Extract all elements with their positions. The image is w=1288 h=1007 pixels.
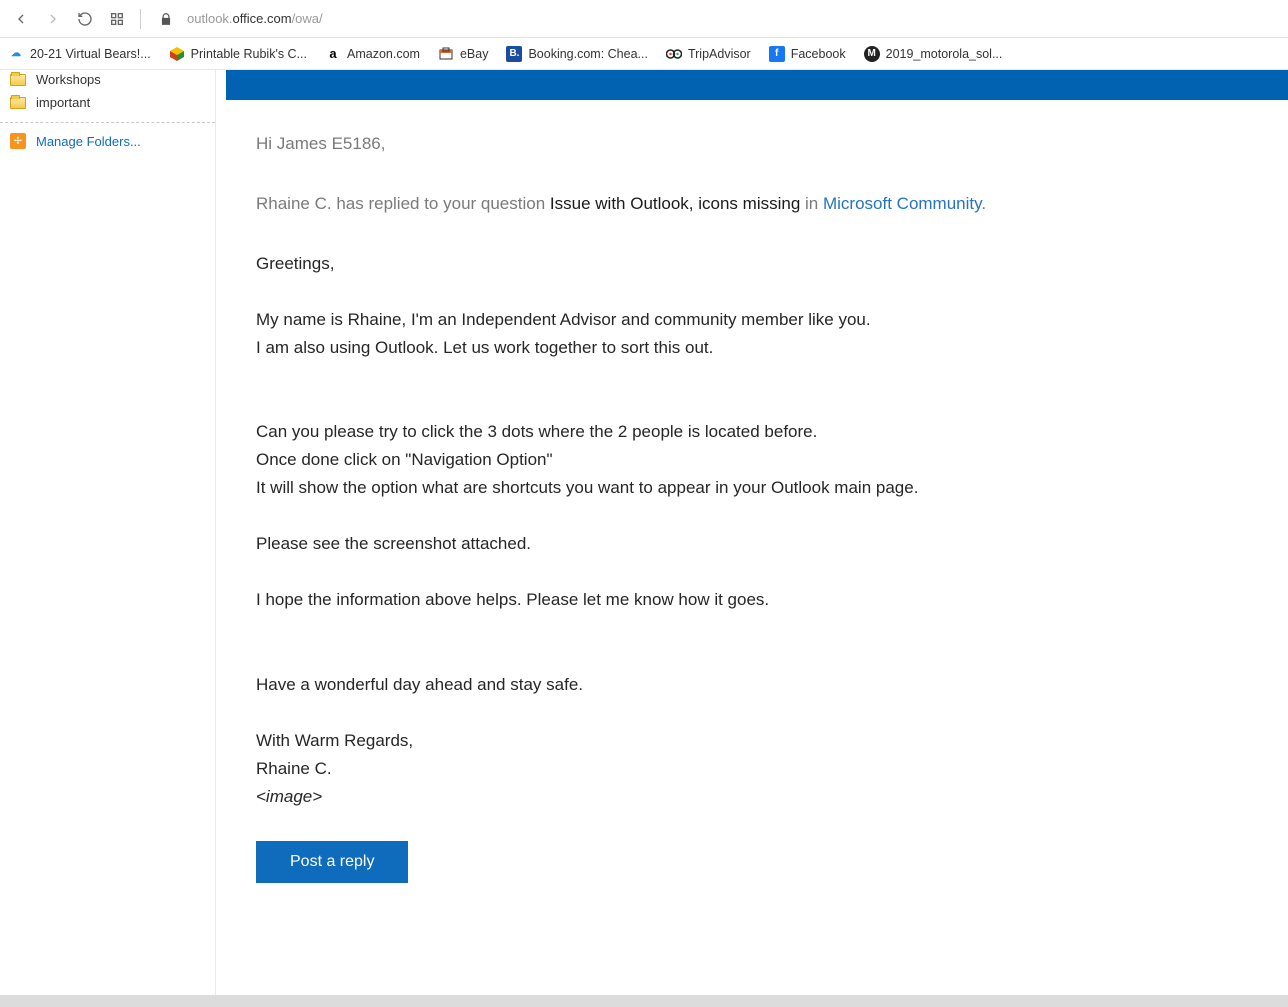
signature-block: With Warm Regards, Rhaine C. <image> — [256, 727, 1196, 811]
folder-label: Workshops — [36, 72, 101, 87]
bookmark-virtual-bears[interactable]: ☁ 20-21 Virtual Bears!... — [8, 46, 151, 62]
body-line: It will show the option what are shortcu… — [256, 474, 1196, 502]
paragraph-day: Have a wonderful day ahead and stay safe… — [256, 671, 1196, 699]
gear-icon: ✢ — [10, 133, 26, 149]
ebay-icon — [438, 46, 454, 62]
bookmark-tripadvisor[interactable]: TripAdvisor — [666, 46, 751, 62]
bookmark-ebay[interactable]: eBay — [438, 46, 489, 62]
facebook-icon: f — [769, 46, 785, 62]
intro-period: . — [981, 194, 986, 213]
forward-button[interactable] — [40, 6, 66, 32]
bookmark-label: Facebook — [791, 47, 846, 61]
bookmark-booking[interactable]: B. Booking.com: Chea... — [506, 46, 648, 62]
bookmark-label: 20-21 Virtual Bears!... — [30, 47, 151, 61]
paragraph-screenshot: Please see the screenshot attached. — [256, 530, 1196, 558]
signature-line: With Warm Regards, — [256, 727, 1196, 755]
intro-in: in — [800, 194, 823, 213]
address-bar[interactable]: outlook.office.com/owa/ — [185, 7, 1280, 30]
folder-icon — [10, 74, 26, 86]
image-placeholder: <image> — [256, 783, 1196, 811]
bookmark-rubiks[interactable]: Printable Rubik's C... — [169, 46, 307, 62]
motorola-icon: M — [864, 46, 880, 62]
back-button[interactable] — [8, 6, 34, 32]
url-path: /owa/ — [292, 11, 323, 26]
message-header-bar — [226, 70, 1288, 100]
folder-workshops[interactable]: Workshops — [0, 70, 215, 91]
body-line: Once done click on "Navigation Option" — [256, 446, 1196, 474]
body-line: Can you please try to click the 3 dots w… — [256, 418, 1196, 446]
tripadvisor-icon — [666, 46, 682, 62]
bookmark-label: TripAdvisor — [688, 47, 751, 61]
paragraph-intro: My name is Rhaine, I'm an Independent Ad… — [256, 306, 1196, 362]
bookmark-label: Amazon.com — [347, 47, 420, 61]
amazon-icon: a — [325, 46, 341, 62]
browser-toolbar: outlook.office.com/owa/ — [0, 0, 1288, 38]
intro-community-link[interactable]: Microsoft Community — [823, 194, 981, 213]
folder-icon — [10, 97, 26, 109]
app-area: Workshops important ✢ Manage Folders... … — [0, 70, 1288, 1007]
bookmark-facebook[interactable]: f Facebook — [769, 46, 846, 62]
message-scroll[interactable]: Hi James E5186, Rhaine C. has replied to… — [226, 70, 1288, 1007]
manage-folders-label: Manage Folders... — [36, 134, 141, 149]
toolbar-separator — [140, 9, 141, 29]
bookmark-amazon[interactable]: a Amazon.com — [325, 46, 420, 62]
bookmark-label: Printable Rubik's C... — [191, 47, 307, 61]
intro-subject: Issue with Outlook, icons missing — [550, 194, 800, 213]
body-line: My name is Rhaine, I'm an Independent Ad… — [256, 306, 1196, 334]
cloud-icon: ☁ — [8, 46, 24, 62]
folder-important[interactable]: important — [0, 91, 215, 114]
reading-pane: Hi James E5186, Rhaine C. has replied to… — [216, 70, 1288, 1007]
apps-button[interactable] — [104, 6, 130, 32]
paragraph-hope: I hope the information above helps. Plea… — [256, 586, 1196, 614]
sidebar-divider — [0, 122, 215, 123]
bookmark-label: eBay — [460, 47, 489, 61]
signature-name: Rhaine C. — [256, 755, 1196, 783]
bookmark-label: 2019_motorola_sol... — [886, 47, 1003, 61]
intro-prefix: Rhaine C. has replied to your question — [256, 194, 550, 213]
greetings-line: Greetings, — [256, 250, 1196, 278]
folder-label: important — [36, 95, 90, 110]
bookmark-bar: ☁ 20-21 Virtual Bears!... Printable Rubi… — [0, 38, 1288, 70]
bottom-scrollbar-strip — [0, 995, 1288, 1007]
cube-icon — [169, 46, 185, 62]
reload-button[interactable] — [72, 6, 98, 32]
greeting-line: Hi James E5186, — [256, 130, 1196, 158]
post-reply-button[interactable]: Post a reply — [256, 841, 408, 883]
reply-intro-line: Rhaine C. has replied to your question I… — [256, 190, 1196, 218]
body-line: I am also using Outlook. Let us work tog… — [256, 334, 1196, 362]
url-domain: office.com — [233, 11, 292, 26]
booking-icon: B. — [506, 46, 522, 62]
bookmark-motorola[interactable]: M 2019_motorola_sol... — [864, 46, 1003, 62]
paragraph-steps: Can you please try to click the 3 dots w… — [256, 418, 1196, 502]
lock-icon — [159, 12, 173, 26]
folder-sidebar: Workshops important ✢ Manage Folders... — [0, 70, 216, 1007]
bookmark-label: Booking.com: Chea... — [528, 47, 648, 61]
url-subdomain: outlook. — [187, 11, 233, 26]
manage-folders-link[interactable]: ✢ Manage Folders... — [0, 129, 215, 153]
message-body: Hi James E5186, Rhaine C. has replied to… — [226, 130, 1226, 923]
